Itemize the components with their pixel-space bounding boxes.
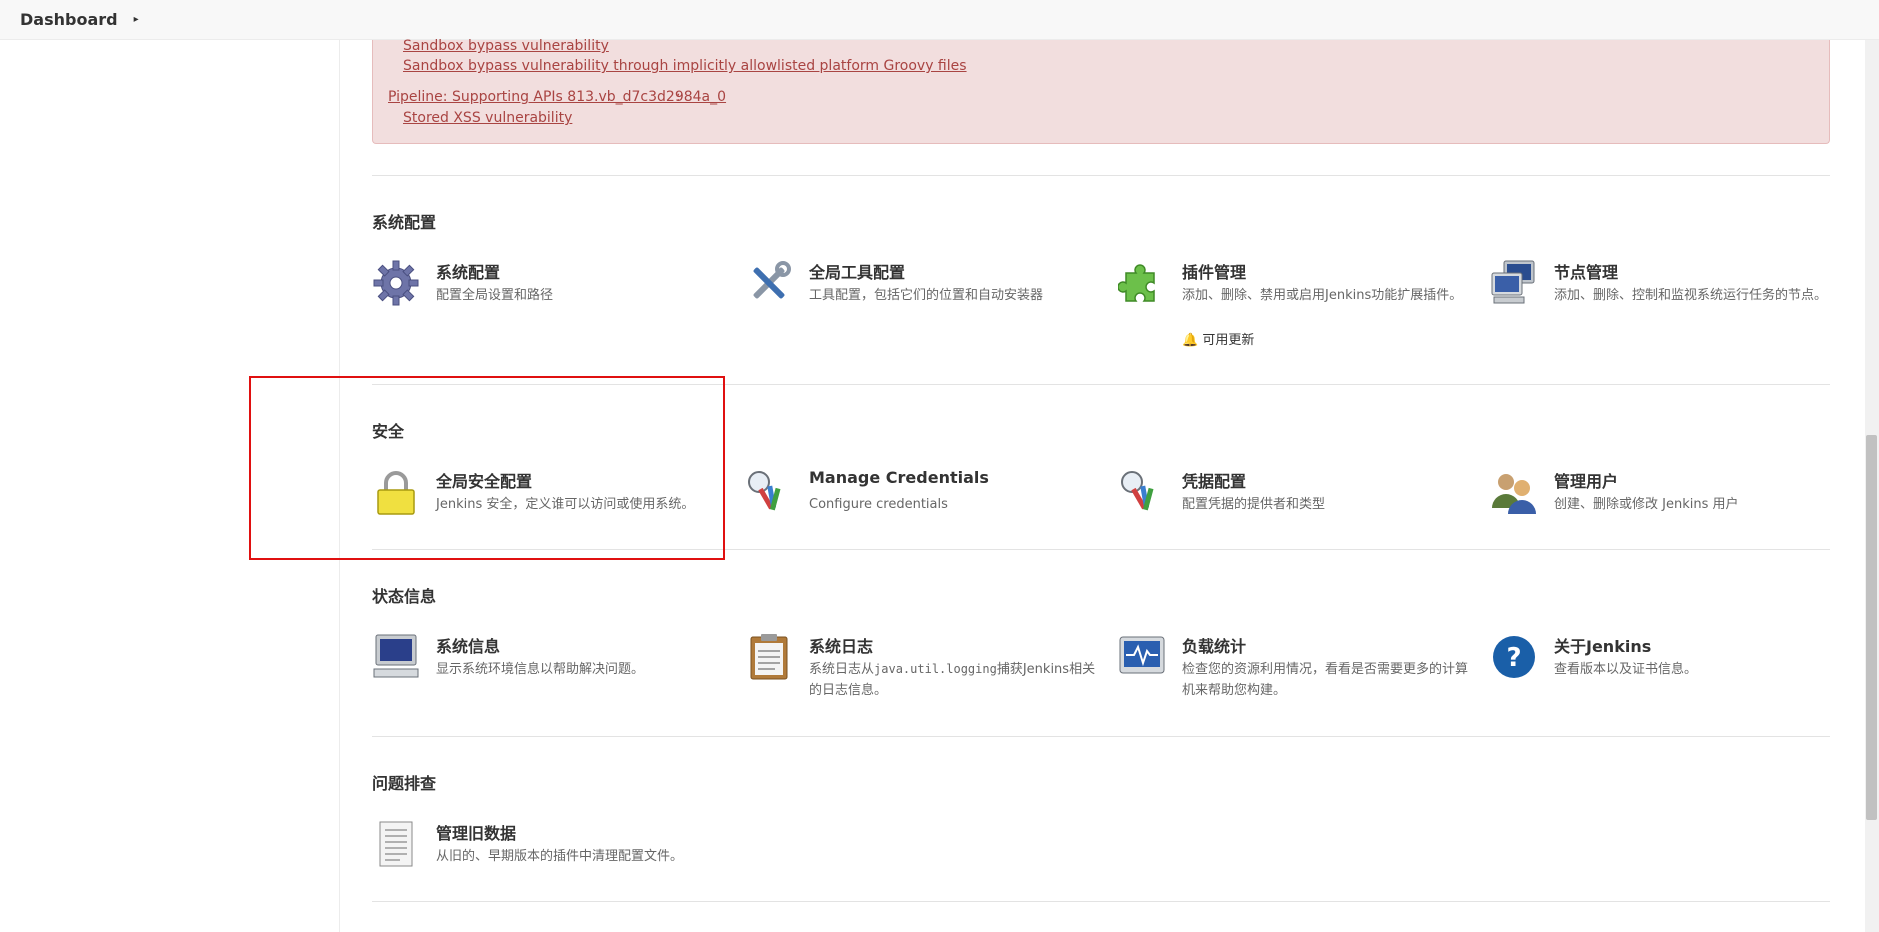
node-manager-desc: 添加、删除、控制和监视系统运行任务的节点。 [1554, 288, 1828, 303]
credential-config-desc: 配置凭据的提供者和类型 [1182, 497, 1326, 512]
manage-users-title: 管理用户 [1554, 472, 1619, 491]
svg-text:?: ? [1506, 643, 1521, 673]
load-statistics-title: 负载统计 [1182, 637, 1247, 656]
system-config-title: 系统配置 [436, 263, 501, 282]
alert-link-sandbox-bypass-groovy[interactable]: Sandbox bypass vulnerability through imp… [403, 58, 967, 74]
system-log-desc-code: java.util.logging [874, 662, 997, 676]
section-title-troubleshoot: 问题排查 [372, 774, 437, 793]
system-info-desc: 显示系统环境信息以帮助解决问题。 [436, 662, 645, 677]
scrollbar-thumb[interactable] [1866, 435, 1877, 820]
section-title-status: 状态信息 [372, 587, 437, 606]
manage-old-data-desc: 从旧的、早期版本的插件中清理配置文件。 [436, 849, 684, 864]
document-icon [379, 821, 413, 867]
load-monitor-icon [1119, 636, 1165, 674]
global-tool-config-desc: 工具配置，包括它们的位置和自动安装器 [809, 288, 1044, 303]
bell-icon: 🔔 [1182, 333, 1199, 348]
manage-old-data-title: 管理旧数据 [436, 824, 517, 843]
system-log-desc: 系统日志从java.util.logging捕获Jenkins相关的日志信息。 [809, 659, 1099, 701]
users-icon [1492, 474, 1536, 514]
alert-colon: : [676, 89, 681, 105]
computers-icon [1491, 260, 1535, 304]
node-manager-title: 节点管理 [1554, 263, 1619, 282]
help-icon: ? [1493, 636, 1535, 678]
updates-available-badge[interactable]: 🔔 可用更新 [1182, 329, 1254, 348]
puzzle-piece-icon [1118, 264, 1155, 302]
monitor-icon [373, 634, 419, 678]
section-divider [372, 736, 1830, 737]
breadcrumb-dashboard[interactable]: Dashboard [20, 10, 118, 29]
highlight-box [249, 376, 725, 560]
breadcrumb-chevron-icon[interactable]: ▸ [134, 14, 139, 25]
keys-icon [748, 471, 781, 511]
section-title-system: 系统配置 [372, 213, 437, 232]
section-divider [372, 901, 1830, 902]
system-log-desc-pre: 系统日志从 [809, 662, 875, 677]
alert-link-stored-xss[interactable]: Stored XSS vulnerability [403, 110, 572, 126]
keys-icon [1121, 471, 1154, 511]
manage-credentials-title: Manage Credentials [809, 468, 989, 487]
system-log-title: 系统日志 [809, 637, 874, 656]
credential-config-title: 凭据配置 [1182, 472, 1247, 491]
section-divider [372, 175, 1830, 176]
security-warning-alert: Sandbox bypass vulnerability Sandbox byp… [372, 38, 1830, 144]
plugin-manager-title: 插件管理 [1182, 263, 1247, 282]
alert-link-sandbox-bypass[interactable]: Sandbox bypass vulnerability [403, 38, 609, 54]
about-jenkins-desc: 查看版本以及证书信息。 [1554, 662, 1698, 677]
system-info-title: 系统信息 [436, 637, 501, 656]
updates-available-label: 可用更新 [1202, 333, 1255, 348]
gear-icon [373, 260, 419, 306]
manage-credentials-desc: Configure credentials [809, 497, 948, 512]
clipboard-icon [750, 634, 788, 680]
manage-users-desc: 创建、删除或修改 Jenkins 用户 [1554, 497, 1739, 512]
global-tool-config-title: 全局工具配置 [809, 263, 906, 282]
load-statistics-desc: 检查您的资源利用情况，看看是否需要更多的计算机来帮助您构建。 [1182, 662, 1469, 698]
system-config-desc: 配置全局设置和路径 [436, 288, 554, 303]
tools-icon [753, 261, 791, 299]
plugin-manager-desc: 添加、删除、禁用或启用Jenkins功能扩展插件。 [1182, 288, 1463, 303]
breadcrumb-bar: Dashboard ▸ [0, 0, 1879, 40]
about-jenkins-title: 关于Jenkins [1554, 637, 1652, 656]
